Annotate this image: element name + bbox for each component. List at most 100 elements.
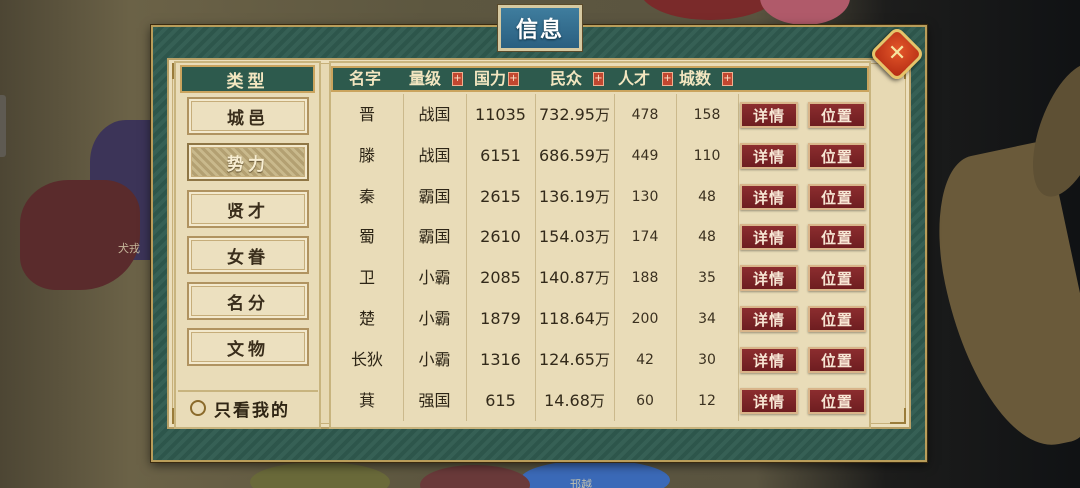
cell-population: 154.03万 xyxy=(535,222,614,252)
population-unit: 万 xyxy=(594,188,610,206)
category-6-button[interactable]: 文物 xyxy=(187,328,309,366)
cell-name: 楚 xyxy=(358,309,375,328)
cell-power: 2610 xyxy=(480,227,521,246)
cell-population: 124.65万 xyxy=(535,345,614,375)
cell-tier: 战国 xyxy=(418,105,451,124)
population-value: 686.59 xyxy=(539,146,595,165)
cell-power: 2085 xyxy=(480,268,521,287)
cell-talent: 174 xyxy=(631,229,659,245)
cell-talent: 60 xyxy=(636,393,654,409)
column-header-population: 民众 xyxy=(550,69,583,88)
detail-button[interactable]: 详情 xyxy=(740,143,798,169)
locate-button[interactable]: 位置 xyxy=(808,388,866,414)
locate-button[interactable]: 位置 xyxy=(808,347,866,373)
cell-talent: 449 xyxy=(631,148,659,164)
table-header: 名字 量级 + 国力 + 民众 + 人才 + 城数 + xyxy=(331,66,869,92)
sort-cities-icon[interactable]: + xyxy=(722,72,733,86)
column-header-name: 名字 xyxy=(349,69,382,88)
map-region-olive xyxy=(250,462,390,488)
side-drawer-handle[interactable] xyxy=(0,95,6,157)
cell-power: 1879 xyxy=(480,309,521,328)
cell-power: 6151 xyxy=(480,146,521,165)
cell-population: 14.68万 xyxy=(535,386,614,416)
detail-button[interactable]: 详情 xyxy=(740,184,798,210)
cell-power: 2615 xyxy=(480,187,521,206)
population-unit: 万 xyxy=(594,351,610,369)
population-unit: 万 xyxy=(594,310,610,328)
detail-button[interactable]: 详情 xyxy=(740,347,798,373)
cell-tier: 小霸 xyxy=(418,268,451,287)
map-region-maroon xyxy=(20,180,140,290)
locate-button[interactable]: 位置 xyxy=(808,143,866,169)
cell-population: 686.59万 xyxy=(535,141,614,171)
corner-ornament xyxy=(890,408,906,424)
population-value: 118.64 xyxy=(539,309,595,328)
sort-population-icon[interactable]: + xyxy=(593,72,604,86)
sort-tier-icon[interactable]: + xyxy=(452,72,463,86)
column-divider xyxy=(738,94,739,421)
locate-button[interactable]: 位置 xyxy=(808,184,866,210)
cell-tier: 霸国 xyxy=(418,187,451,206)
locate-button[interactable]: 位置 xyxy=(808,224,866,250)
close-icon: ✕ xyxy=(887,41,907,66)
population-value: 14.68 xyxy=(544,391,590,410)
map-region-red xyxy=(640,0,780,20)
category-header: 类型 xyxy=(180,65,315,93)
cell-population: 118.64万 xyxy=(535,304,614,334)
cell-cities: 110 xyxy=(693,148,721,164)
population-value: 140.87 xyxy=(539,268,595,287)
cell-name: 晋 xyxy=(358,105,375,124)
locate-button[interactable]: 位置 xyxy=(808,306,866,332)
cell-population: 136.19万 xyxy=(535,182,614,212)
category-2-button[interactable]: 势力 xyxy=(187,143,309,181)
cell-cities: 34 xyxy=(698,311,716,327)
cell-cities: 30 xyxy=(698,352,716,368)
category-1-button[interactable]: 城邑 xyxy=(187,97,309,135)
cell-cities: 48 xyxy=(698,189,716,205)
cell-tier: 小霸 xyxy=(418,309,451,328)
population-unit: 万 xyxy=(594,147,610,165)
panel-title: 信息 xyxy=(497,4,583,52)
detail-button[interactable]: 详情 xyxy=(740,102,798,128)
cell-cities: 35 xyxy=(698,270,716,286)
cell-name: 滕 xyxy=(358,146,375,165)
population-value: 732.95 xyxy=(539,105,595,124)
locate-button[interactable]: 位置 xyxy=(808,265,866,291)
cell-tier: 强国 xyxy=(418,391,451,410)
radio-circle-icon[interactable] xyxy=(190,400,206,416)
cell-tier: 战国 xyxy=(418,146,451,165)
cell-power: 11035 xyxy=(475,105,526,124)
cell-name: 长狄 xyxy=(350,350,383,369)
detail-button[interactable]: 详情 xyxy=(740,306,798,332)
cell-name: 萁 xyxy=(358,391,375,410)
cell-cities: 48 xyxy=(698,229,716,245)
sort-power-icon[interactable]: + xyxy=(508,72,519,86)
cell-population: 732.95万 xyxy=(535,100,614,130)
population-unit: 万 xyxy=(589,392,605,410)
locate-button[interactable]: 位置 xyxy=(808,102,866,128)
population-unit: 万 xyxy=(594,106,610,124)
column-header-tier: 量级 xyxy=(409,69,442,88)
column-header-talent: 人才 xyxy=(618,69,651,88)
population-value: 124.65 xyxy=(539,350,595,369)
population-unit: 万 xyxy=(594,269,610,287)
only-mine-toggle[interactable]: 只看我的 xyxy=(178,390,318,424)
cell-tier: 小霸 xyxy=(418,350,451,369)
cell-talent: 188 xyxy=(631,270,659,286)
category-4-button[interactable]: 女眷 xyxy=(187,236,309,274)
cell-name: 秦 xyxy=(358,187,375,206)
detail-button[interactable]: 详情 xyxy=(740,388,798,414)
population-unit: 万 xyxy=(594,228,610,246)
cell-power: 1316 xyxy=(480,350,521,369)
map-region-blue xyxy=(520,460,670,488)
category-3-button[interactable]: 贤才 xyxy=(187,190,309,228)
cell-tier: 霸国 xyxy=(418,227,451,246)
map-region-pink xyxy=(760,0,850,25)
detail-button[interactable]: 详情 xyxy=(740,265,798,291)
sort-talent-icon[interactable]: + xyxy=(662,72,673,86)
population-value: 136.19 xyxy=(539,187,595,206)
population-value: 154.03 xyxy=(539,227,595,246)
map-label-dayong: 犬戎 xyxy=(118,242,140,255)
category-5-button[interactable]: 名分 xyxy=(187,282,309,320)
detail-button[interactable]: 详情 xyxy=(740,224,798,250)
